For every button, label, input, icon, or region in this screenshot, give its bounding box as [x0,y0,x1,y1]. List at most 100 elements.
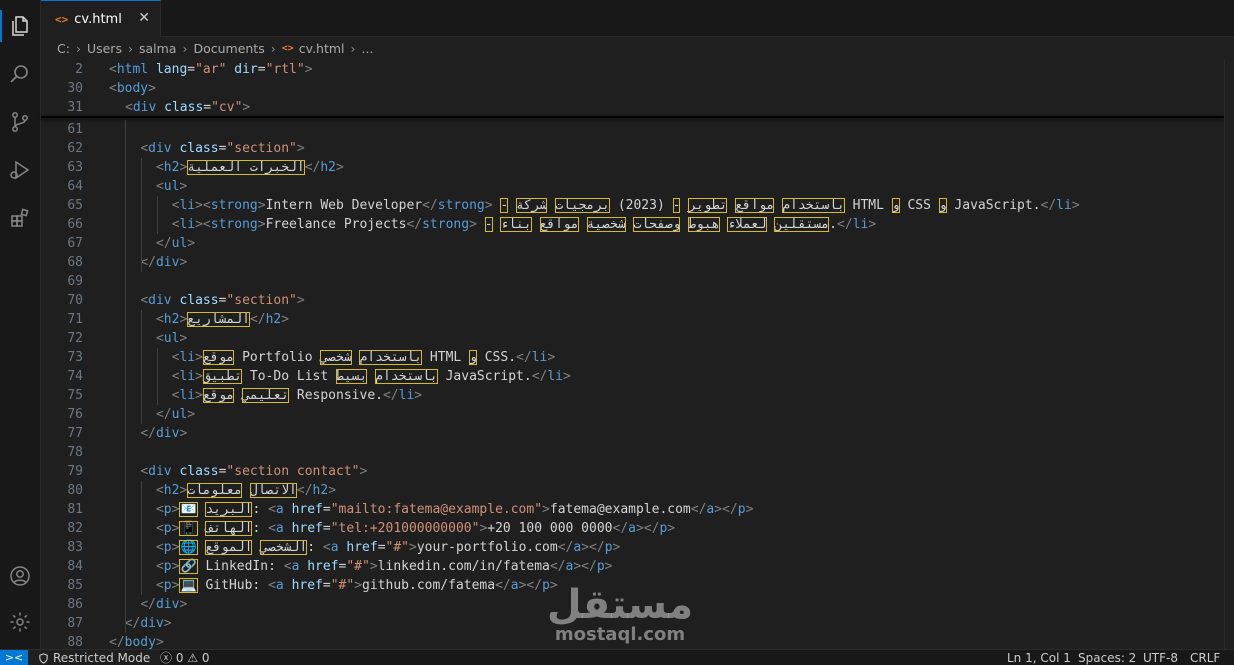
line-number: 66 [67,217,83,232]
source-control-icon[interactable] [4,106,36,138]
code-line[interactable]: 80 <h2> الاتصال معلومات </h2> [41,481,1224,500]
breadcrumb-item-salma[interactable]: salma [139,41,176,56]
line-number: 67 [67,236,83,251]
cursor-position[interactable]: Ln 1, Col 1 [1007,650,1071,665]
watermark-arabic: مستقل [546,582,694,628]
code-line[interactable]: 78 [41,443,1224,462]
code-line[interactable]: 74 <li>تطبيق To-Do List باستخدام بسيط Ja… [41,367,1224,386]
line-code: <h2>المشاريع</h2> [155,312,290,327]
line-number: 72 [67,331,83,346]
line-code: <h2>الخبرات العملية</h2> [155,160,344,175]
code-line[interactable]: 84 <p>🔗 LinkedIn: <a href="#">linkedin.c… [41,557,1224,576]
line-code: <p>🔗 LinkedIn: <a href="#">linkedin.com/… [155,559,613,574]
line-number: 79 [67,464,83,479]
code-line[interactable]: 30 <body> [41,79,1224,98]
indent-guide [157,348,158,405]
line-number: 81 [67,502,83,517]
line-number: 76 [67,407,83,422]
line-number: 82 [67,521,83,536]
line-code: <li> تعليمي موقع Responsive.</li> [171,388,423,403]
line-number: 83 [67,540,83,555]
code-line[interactable]: 68 </div> [41,253,1224,272]
line-code: <html lang="ar" dir="rtl"> [109,62,313,77]
code-line[interactable]: 76 </ul> [41,405,1224,424]
search-icon[interactable] [4,58,36,90]
line-number: 73 [67,350,83,365]
line-number: 74 [67,369,83,384]
indent-guide [141,481,142,595]
close-icon[interactable]: ✕ [138,10,150,26]
line-code: <div class="section"> [140,141,305,156]
activity-bar [0,0,41,649]
line-code: <div class="section contact"> [140,464,368,479]
tab-cv-html[interactable]: <> cv.html ✕ [41,0,161,37]
code-line[interactable]: 83 <p>🌐 الشخصي الموقع: <a href="#">your-… [41,538,1224,557]
line-code: <ul> [155,331,188,346]
encoding-setting[interactable]: UTF-8 [1143,650,1178,665]
code-line[interactable]: 71 <h2>المشاريع</h2> [41,310,1224,329]
warning-count: 0 [201,651,210,665]
settings-gear-icon[interactable] [4,606,36,638]
code-line[interactable]: 79 <div class="section contact"> [41,462,1224,481]
indentation-setting[interactable]: Spaces: 2 [1078,650,1136,665]
line-number: 65 [67,198,83,213]
code-line[interactable]: 70 <div class="section"> [41,291,1224,310]
code-line[interactable]: 66 <li><strong>Freelance Projects</stron… [41,215,1224,234]
code-line[interactable]: 77 </div> [41,424,1224,443]
code-line[interactable]: 61 [41,120,1224,139]
watermark-latin: mostaql.com [554,624,686,645]
line-number: 31 [67,100,83,115]
code-line[interactable]: 69 [41,272,1224,291]
problems-indicator[interactable]: ⓧ 0 ⚠ 0 [160,650,210,665]
code-line[interactable]: 2 <html lang="ar" dir="rtl"> [41,60,1224,79]
editor-scrollbar[interactable] [1224,59,1234,649]
indent-guide [157,196,158,234]
breadcrumb-item-drive[interactable]: C: [57,41,70,56]
code-line[interactable]: 82 <p>📱 الهاتف: <a href="tel:+2010000000… [41,519,1224,538]
code-line[interactable]: 81 <p>📧 البريد: <a href="mailto:fatema@e… [41,500,1224,519]
code-line[interactable]: 63 <h2>الخبرات العملية</h2> [41,158,1224,177]
extensions-icon[interactable] [4,202,36,234]
restricted-mode-indicator[interactable]: Restricted Mode [28,650,161,665]
line-code: <li>تطبيق To-Do List باستخدام بسيط JavaS… [171,369,571,384]
eol-setting[interactable]: CRLF [1190,650,1220,665]
line-number: 69 [67,274,83,289]
html-file-icon: <> [55,12,69,26]
line-number: 77 [67,426,83,441]
chevron-right-icon: › [127,40,133,56]
line-number: 84 [67,559,83,574]
line-number: 80 [67,483,83,498]
breadcrumb-item-documents[interactable]: Documents [193,41,264,56]
breadcrumb-item-symbols[interactable]: ... [362,41,374,56]
code-line[interactable]: 62 <div class="section"> [41,139,1224,158]
code-line[interactable]: 72 <ul> [41,329,1224,348]
line-code: <li>موقع Portfolio باستخدام شخصي HTML و … [171,350,556,365]
account-icon[interactable] [4,560,36,592]
code-line[interactable]: 64 <ul> [41,177,1224,196]
explorer-icon[interactable] [0,10,36,42]
breadcrumb-item-file[interactable]: cv.html [299,41,345,56]
line-number: 70 [67,293,83,308]
line-code: <h2> الاتصال معلومات </h2> [155,483,337,498]
run-debug-icon[interactable] [4,154,36,186]
remote-indicator-icon[interactable]: >< [0,650,28,665]
line-code: </div> [140,255,188,270]
line-number: 30 [67,81,83,96]
line-code: <div class="section"> [140,293,305,308]
line-code: <p>💻 GitHub: <a href="#">github.com/fate… [155,578,558,593]
line-number: 78 [67,445,83,460]
line-code: <p>📱 الهاتف: <a href="tel:+201000000000"… [155,521,676,536]
chevron-right-icon: › [270,40,276,56]
code-line[interactable]: 31 <div class="cv"> [41,98,1224,117]
restricted-mode-label: Restricted Mode [53,651,151,665]
line-code: <p>🌐 الشخصي الموقع: <a href="#">your-por… [155,540,621,555]
indent-guide [141,310,142,424]
code-line[interactable]: 73 <li>موقع Portfolio باستخدام شخصي HTML… [41,348,1224,367]
breadcrumb-item-users[interactable]: Users [87,41,122,56]
code-line[interactable]: 75 <li> تعليمي موقع Responsive.</li> [41,386,1224,405]
chevron-right-icon: › [75,40,81,56]
code-editor[interactable]: 2 <html lang="ar" dir="rtl"> 30 <body> 31 <di… [41,59,1234,650]
line-code: </div> [140,597,188,612]
code-line[interactable]: 67 </ul> [41,234,1224,253]
code-line[interactable]: 65 <li><strong>Intern Web Developer</str… [41,196,1224,215]
